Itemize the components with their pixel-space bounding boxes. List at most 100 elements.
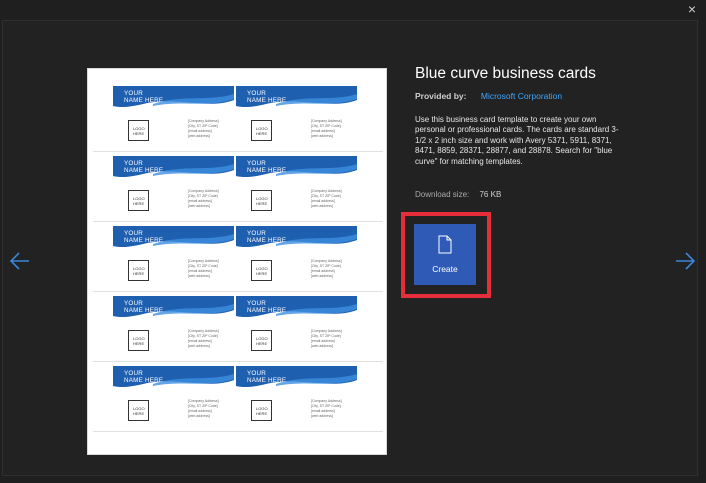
card-logo-line2: HERE bbox=[133, 410, 145, 416]
card-info-line: [web address] bbox=[188, 414, 210, 418]
card-name-text: YOUR NAME HERE bbox=[247, 370, 286, 384]
card-contact-info: [Company Address] [City, ST ZIP Code] [ema… bbox=[311, 119, 355, 139]
card-name-line2: NAME HERE bbox=[247, 97, 287, 104]
card-name-line2: NAME HERE bbox=[124, 97, 164, 104]
business-card-thumbnail: YOUR NAME HERE LOGO HERE [Company Address] [C… bbox=[236, 86, 357, 149]
card-info-line: [web address] bbox=[311, 274, 333, 278]
template-title: Blue curve business cards bbox=[415, 65, 596, 82]
card-name-line1: YOUR bbox=[124, 370, 143, 377]
card-name-line2: NAME HERE bbox=[247, 377, 287, 384]
card-info-line: [web address] bbox=[311, 134, 333, 138]
card-logo-box: LOGO HERE bbox=[251, 400, 272, 421]
card-logo-box: LOGO HERE bbox=[128, 330, 149, 351]
card-info-line: [web address] bbox=[311, 414, 333, 418]
card-logo-line2: HERE bbox=[256, 270, 268, 276]
right-arrow-icon[interactable] bbox=[670, 247, 698, 275]
card-contact-info: [Company Address] [City, ST ZIP Code] [ema… bbox=[311, 329, 355, 349]
card-info-line: [web address] bbox=[188, 274, 210, 278]
card-contact-info: [Company Address] [City, ST ZIP Code] [ema… bbox=[188, 119, 232, 139]
card-logo-line2: HERE bbox=[256, 200, 268, 206]
business-card-thumbnail: YOUR NAME HERE LOGO HERE [Company Address] [C… bbox=[113, 296, 234, 359]
card-name-line2: NAME HERE bbox=[124, 307, 164, 314]
card-logo-line2: HERE bbox=[133, 340, 145, 346]
card-name-text: YOUR NAME HERE bbox=[247, 230, 286, 244]
provider-line: Provided by: Microsoft Corporation bbox=[415, 91, 562, 102]
business-card-thumbnail: YOUR NAME HERE LOGO HERE [Company Address] [C… bbox=[236, 296, 357, 359]
card-info-line: [web address] bbox=[188, 204, 210, 208]
card-logo-box: LOGO HERE bbox=[251, 190, 272, 211]
card-name-line2: NAME HERE bbox=[247, 237, 287, 244]
card-logo-box: LOGO HERE bbox=[128, 260, 149, 281]
card-contact-info: [Company Address] [City, ST ZIP Code] [ema… bbox=[311, 189, 355, 209]
card-contact-info: [Company Address] [City, ST ZIP Code] [ema… bbox=[188, 329, 232, 349]
business-card-thumbnail: YOUR NAME HERE LOGO HERE [Company Address] [C… bbox=[236, 156, 357, 219]
card-logo-box: LOGO HERE bbox=[128, 400, 149, 421]
create-button-label: Create bbox=[432, 264, 458, 274]
card-logo-line2: HERE bbox=[133, 270, 145, 276]
card-name-text: YOUR NAME HERE bbox=[124, 160, 163, 174]
card-name-line1: YOUR bbox=[247, 230, 266, 237]
left-arrow-icon[interactable] bbox=[7, 247, 35, 275]
card-info-line: [web address] bbox=[311, 204, 333, 208]
download-size-value: 76 KB bbox=[479, 190, 502, 199]
card-contact-info: [Company Address] [City, ST ZIP Code] [ema… bbox=[188, 189, 232, 209]
business-card-thumbnail: YOUR NAME HERE LOGO HERE [Company Address] [C… bbox=[113, 226, 234, 289]
business-card-thumbnail: YOUR NAME HERE LOGO HERE [Company Address] [C… bbox=[113, 86, 234, 149]
sheet-guide-line bbox=[93, 291, 383, 292]
card-logo-line2: HERE bbox=[256, 410, 268, 416]
card-name-text: YOUR NAME HERE bbox=[124, 230, 163, 244]
card-name-text: YOUR NAME HERE bbox=[124, 90, 163, 104]
card-contact-info: [Company Address] [City, ST ZIP Code] [ema… bbox=[311, 399, 355, 419]
card-name-line1: YOUR bbox=[124, 90, 143, 97]
card-name-text: YOUR NAME HERE bbox=[124, 300, 163, 314]
card-logo-line2: HERE bbox=[256, 130, 268, 136]
card-contact-info: [Company Address] [City, ST ZIP Code] [ema… bbox=[188, 399, 232, 419]
provided-by-label: Provided by: bbox=[415, 91, 467, 101]
close-icon[interactable]: × bbox=[683, 0, 701, 18]
card-name-text: YOUR NAME HERE bbox=[247, 160, 286, 174]
template-preview-dialog: × YOUR NAME HERE LOGO HERE [Company Address]… bbox=[0, 0, 706, 483]
card-info-line: [web address] bbox=[311, 344, 333, 348]
card-info-line: [web address] bbox=[188, 134, 210, 138]
sheet-guide-line bbox=[93, 431, 383, 432]
card-name-line1: YOUR bbox=[247, 370, 266, 377]
card-logo-box: LOGO HERE bbox=[251, 120, 272, 141]
business-card-thumbnail: YOUR NAME HERE LOGO HERE [Company Address] [C… bbox=[236, 226, 357, 289]
card-name-line1: YOUR bbox=[247, 160, 266, 167]
card-logo-box: LOGO HERE bbox=[251, 260, 272, 281]
sheet-guide-line bbox=[93, 151, 383, 152]
card-name-line1: YOUR bbox=[124, 230, 143, 237]
create-button[interactable]: Create bbox=[414, 224, 476, 285]
card-name-line1: YOUR bbox=[124, 300, 143, 307]
card-name-line2: NAME HERE bbox=[124, 377, 164, 384]
card-name-line2: NAME HERE bbox=[124, 237, 164, 244]
business-card-thumbnail: YOUR NAME HERE LOGO HERE [Company Address] [C… bbox=[113, 366, 234, 429]
card-name-line1: YOUR bbox=[247, 90, 266, 97]
download-size-label: Download size: bbox=[415, 190, 470, 199]
card-name-line1: YOUR bbox=[124, 160, 143, 167]
business-card-thumbnail: YOUR NAME HERE LOGO HERE [Company Address] [C… bbox=[113, 156, 234, 219]
download-size: Download size: 76 KB bbox=[415, 190, 501, 200]
provider-link[interactable]: Microsoft Corporation bbox=[481, 91, 562, 101]
template-description: Use this business card template to creat… bbox=[415, 115, 619, 166]
card-logo-line2: HERE bbox=[256, 340, 268, 346]
card-logo-line2: HERE bbox=[133, 200, 145, 206]
sheet-guide-line bbox=[93, 361, 383, 362]
business-card-thumbnail: YOUR NAME HERE LOGO HERE [Company Address] [C… bbox=[236, 366, 357, 429]
card-name-text: YOUR NAME HERE bbox=[247, 300, 286, 314]
card-logo-box: LOGO HERE bbox=[128, 190, 149, 211]
card-logo-line2: HERE bbox=[133, 130, 145, 136]
card-name-line2: NAME HERE bbox=[124, 167, 164, 174]
document-icon bbox=[438, 235, 452, 254]
template-preview-image: YOUR NAME HERE LOGO HERE [Company Address] [C… bbox=[87, 68, 387, 455]
sheet-guide-line bbox=[93, 221, 383, 222]
card-contact-info: [Company Address] [City, ST ZIP Code] [ema… bbox=[188, 259, 232, 279]
card-name-line2: NAME HERE bbox=[247, 167, 287, 174]
card-logo-box: LOGO HERE bbox=[251, 330, 272, 351]
card-logo-box: LOGO HERE bbox=[128, 120, 149, 141]
card-name-line2: NAME HERE bbox=[247, 307, 287, 314]
card-name-text: YOUR NAME HERE bbox=[247, 90, 286, 104]
card-name-text: YOUR NAME HERE bbox=[124, 370, 163, 384]
card-contact-info: [Company Address] [City, ST ZIP Code] [ema… bbox=[311, 259, 355, 279]
card-name-line1: YOUR bbox=[247, 300, 266, 307]
